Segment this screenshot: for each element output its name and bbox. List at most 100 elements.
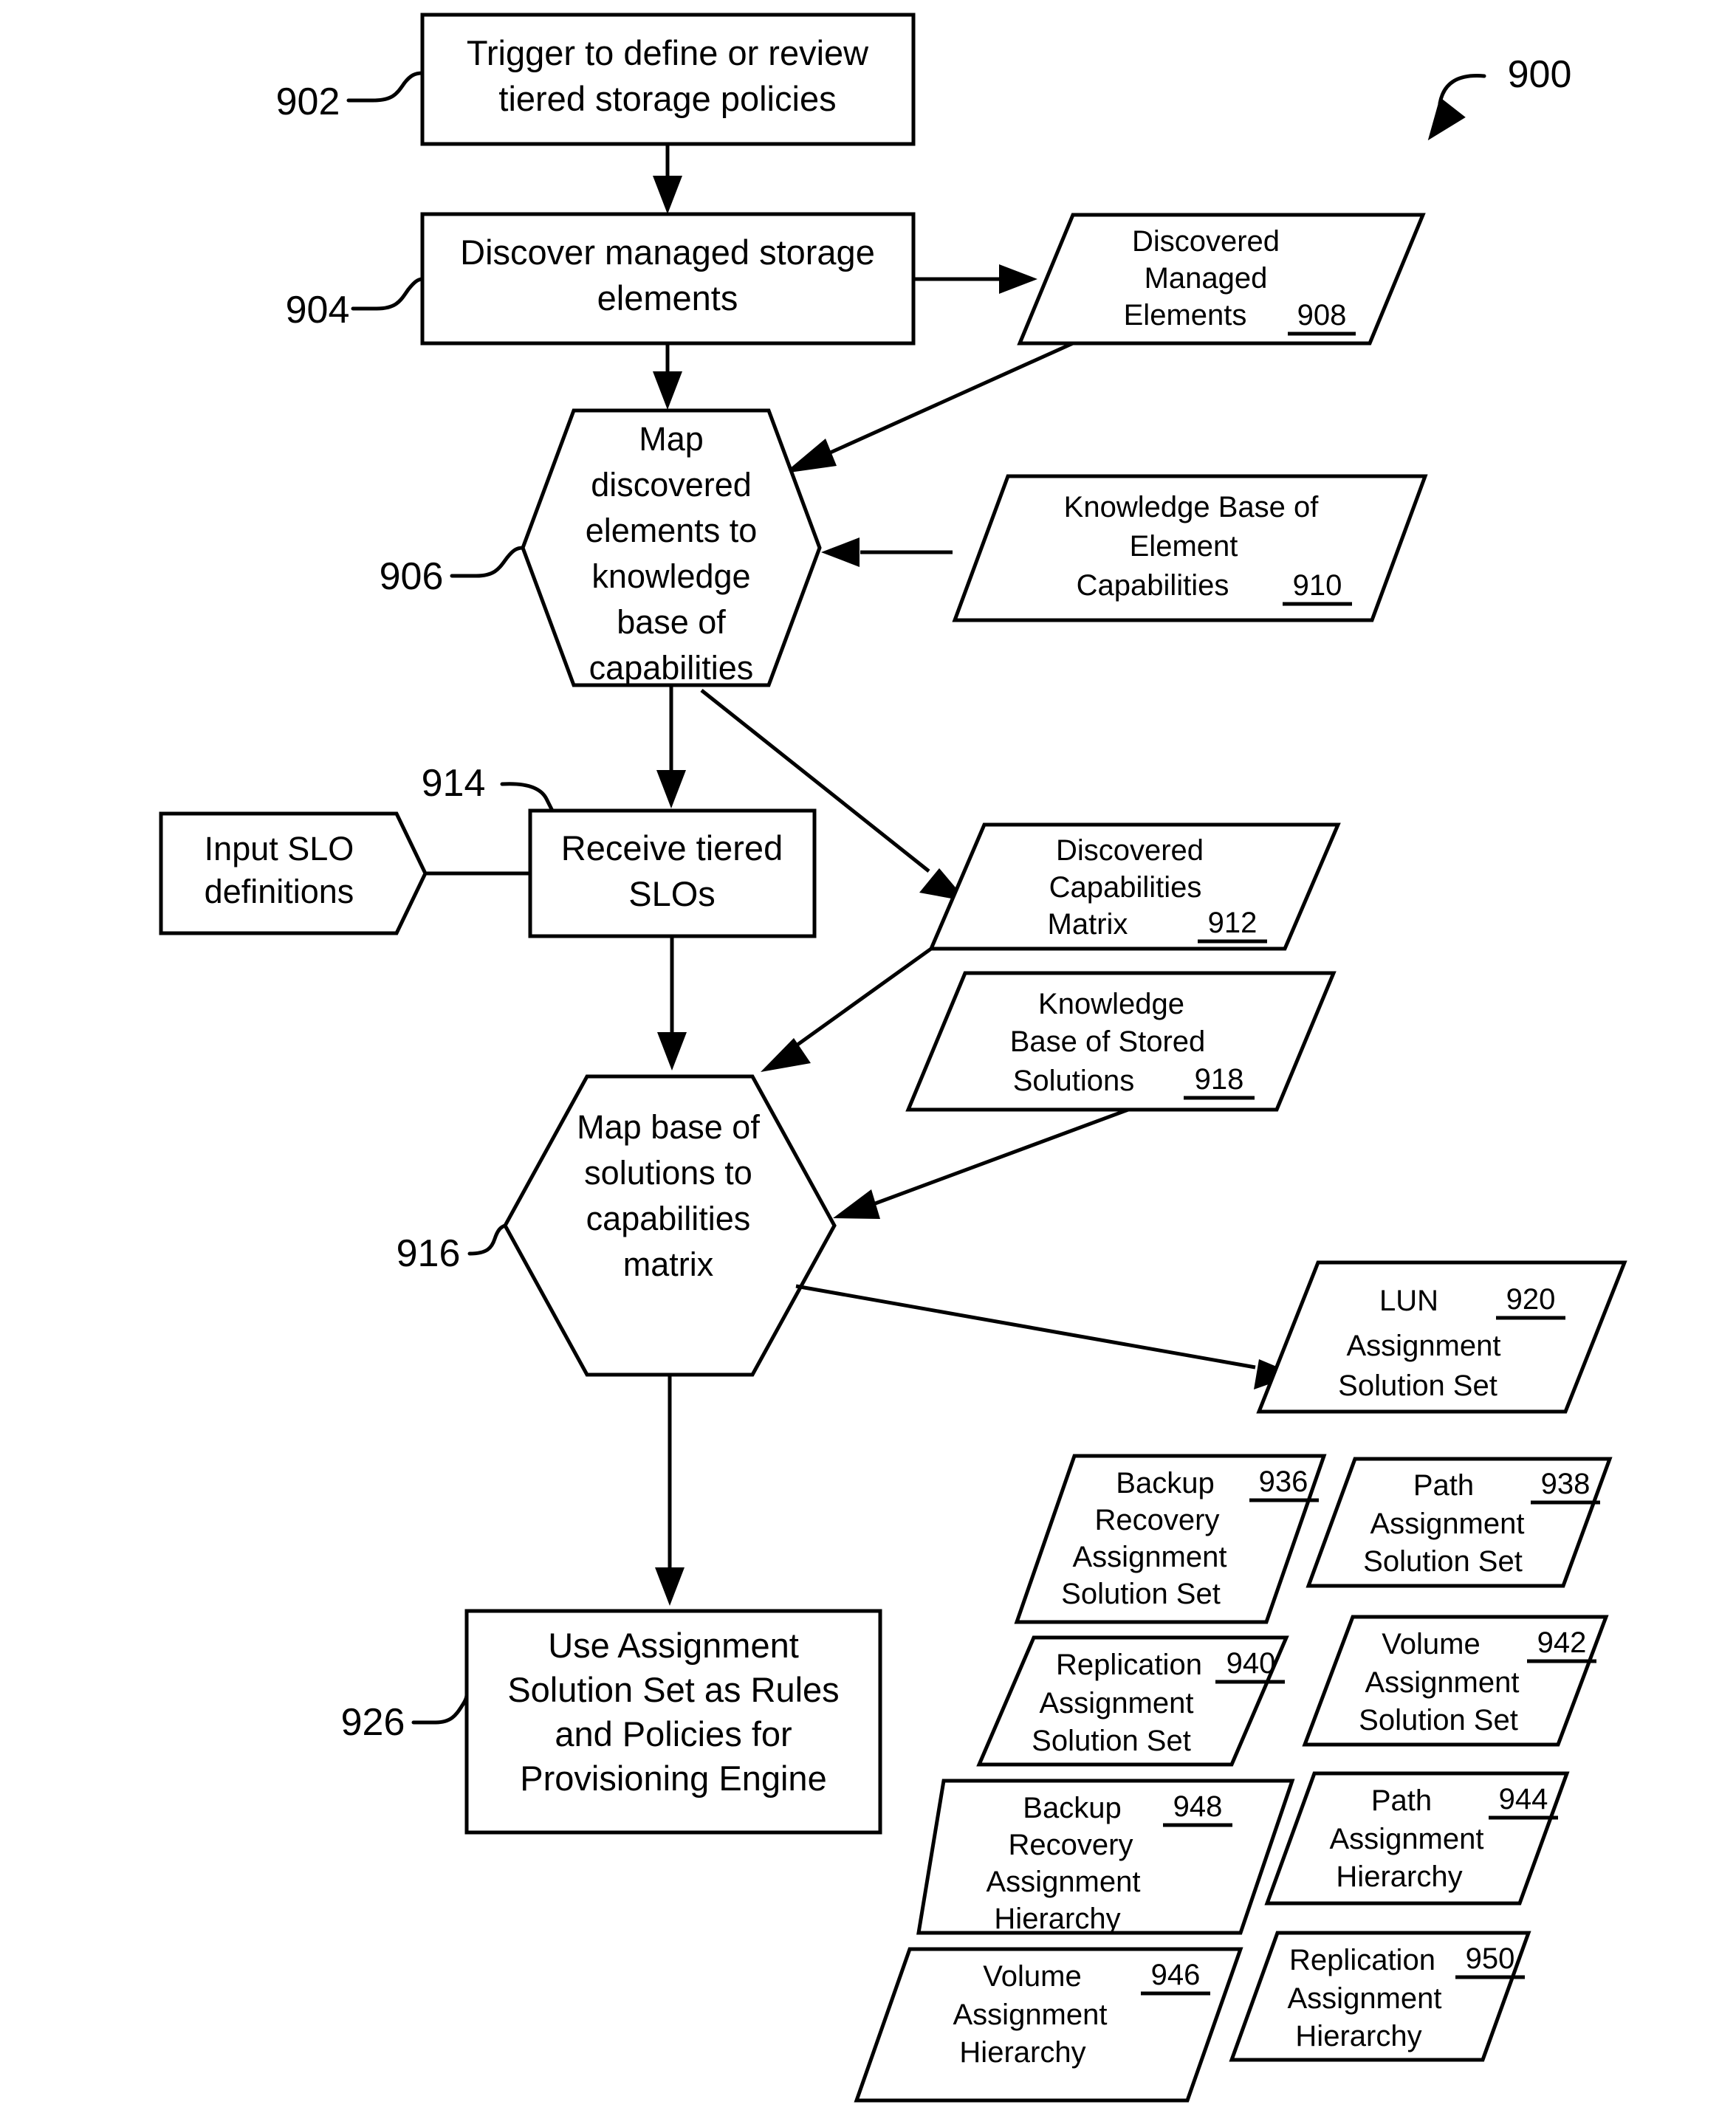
node-906-line-6: capabilities [589,649,754,687]
arrow-908-to-906 [784,341,1074,473]
node-948-line-2: Recovery [1009,1829,1133,1861]
node-950[interactable]: Replication 950 Assignment Hierarchy [1229,1931,1531,2062]
node-910-line-2: Element [1130,530,1238,563]
node-940-line-3: Solution Set [1032,1725,1191,1757]
node-902-line-2: tiered storage policies [498,79,836,118]
node-916-line-3: capabilities [586,1200,751,1237]
node-910[interactable]: Knowledge Base of Element Capabilities 9… [952,474,1428,622]
node-910-ref: 910 [1293,569,1342,602]
node-912-line-2: Capabilities [1049,871,1202,904]
node-926[interactable]: Use Assignment Solution Set as Rules and… [341,1609,882,1835]
node-946-ref: 946 [1151,1959,1201,1991]
node-948[interactable]: Backup 948 Recovery Assignment Hierarchy [916,1779,1295,1935]
node-926-ref: 926 [341,1701,405,1744]
node-940-line-1: Replication [1056,1649,1202,1681]
node-906-line-2: discovered [591,466,752,504]
arrow-902-to-904 [653,144,682,214]
node-936-line-1: Backup [1116,1467,1214,1499]
node-input-slo-line-1: Input SLO [205,830,354,867]
flowchart-canvas: 900 Trigger to define or review tiered s… [159,13,1627,2103]
node-946-line-1: Volume [983,1960,1081,1993]
node-936-line-2: Recovery [1095,1504,1220,1536]
node-942[interactable]: Volume 942 Assignment Solution Set [1302,1615,1609,1747]
node-904-line-2: elements [597,278,738,317]
node-906-line-3: elements to [586,512,758,549]
node-944-line-2: Assignment [1330,1823,1484,1855]
node-942-line-3: Solution Set [1359,1704,1518,1736]
node-942-line-2: Assignment [1365,1666,1520,1699]
node-920-line-1: LUN [1379,1285,1438,1317]
node-906-ref: 906 [380,555,444,598]
node-916-line-4: matrix [623,1246,714,1283]
node-926-line-2: Solution Set as Rules [507,1670,839,1709]
node-918-line-3: Solutions [1013,1065,1135,1097]
node-936[interactable]: Backup 936 Recovery Assignment Solution … [1014,1454,1327,1624]
node-940[interactable]: Replication 940 Assignment Solution Set [976,1635,1289,1767]
node-916-line-1: Map base of [577,1108,760,1146]
arrow-904-to-908 [913,264,1037,294]
node-938-line-2: Assignment [1370,1508,1525,1540]
node-946[interactable]: Volume 946 Assignment Hierarchy [854,1947,1243,2103]
node-950-line-3: Hierarchy [1295,2020,1421,2052]
node-950-line-1: Replication [1289,1944,1435,1976]
node-input-slo[interactable]: Input SLO definitions [159,811,428,935]
node-input-slo-line-2: definitions [205,873,354,910]
node-920-line-2: Assignment [1347,1330,1501,1362]
node-944-line-3: Hierarchy [1336,1861,1462,1893]
node-918-ref: 918 [1195,1063,1244,1096]
node-908-line-2: Managed [1145,262,1268,295]
node-906-line-5: base of [617,603,726,641]
node-918-line-1: Knowledge [1038,988,1184,1020]
node-904-line-1: Discover managed storage [460,233,875,272]
node-936-line-4: Solution Set [1061,1578,1221,1610]
node-902-ref: 902 [276,80,340,123]
node-916-line-2: solutions to [584,1154,752,1192]
node-944-ref: 944 [1499,1783,1548,1815]
node-918[interactable]: Knowledge Base of Stored Solutions 918 [905,971,1337,1112]
node-916[interactable]: Map base of solutions to capabilities ma… [397,1074,837,1377]
node-948-line-4: Hierarchy [994,1903,1120,1935]
node-908[interactable]: Discovered Managed Elements 908 [1017,213,1426,346]
node-948-line-3: Assignment [987,1866,1141,1898]
node-920-line-3: Solution Set [1338,1370,1497,1402]
node-916-ref: 916 [397,1232,461,1275]
node-914[interactable]: Receive tiered SLOs 914 [422,762,817,938]
node-912-line-1: Discovered [1056,834,1204,867]
node-948-line-1: Backup [1023,1792,1121,1824]
node-906-line-4: knowledge [591,557,750,595]
figure-number-label: 900 [1508,53,1572,96]
node-938-line-3: Solution Set [1363,1545,1523,1578]
node-926-line-4: Provisioning Engine [520,1759,826,1798]
node-904[interactable]: Discover managed storage elements 904 [286,212,916,346]
node-902-line-1: Trigger to define or review [467,33,869,72]
node-936-line-3: Assignment [1073,1541,1227,1573]
node-938[interactable]: Path 938 Assignment Solution Set [1306,1457,1613,1588]
node-926-line-1: Use Assignment [548,1626,799,1665]
node-940-line-2: Assignment [1040,1687,1194,1719]
node-946-line-3: Hierarchy [959,2036,1085,2069]
node-912[interactable]: Discovered Capabilities Matrix 912 [928,822,1341,951]
node-902[interactable]: Trigger to define or review tiered stora… [276,13,916,146]
node-950-line-2: Assignment [1288,1982,1442,2015]
node-918-line-2: Base of Stored [1010,1025,1206,1058]
node-920-ref: 920 [1506,1283,1556,1316]
node-914-ref: 914 [422,762,486,805]
node-920[interactable]: LUN 920 Assignment Solution Set [1256,1260,1627,1414]
node-938-line-1: Path [1413,1469,1474,1502]
node-942-ref: 942 [1537,1626,1587,1659]
arrow-916-to-926 [655,1375,685,1606]
node-912-ref: 912 [1208,907,1258,939]
arrow-904-to-906 [653,343,682,410]
node-946-line-2: Assignment [953,1999,1108,2031]
node-944[interactable]: Path 944 Assignment Hierarchy [1264,1771,1570,1906]
node-910-line-1: Knowledge Base of [1064,491,1320,523]
node-906[interactable]: Map discovered elements to knowledge bas… [380,408,822,687]
arrow-912-to-916 [761,946,933,1072]
node-914-line-2: SLOs [628,874,716,913]
arrow-906-to-914 [656,685,686,808]
node-948-ref: 948 [1173,1790,1223,1823]
node-908-ref: 908 [1297,299,1347,331]
node-944-line-1: Path [1371,1784,1432,1817]
node-914-line-1: Receive tiered [561,828,783,867]
node-908-line-1: Discovered [1132,225,1280,258]
